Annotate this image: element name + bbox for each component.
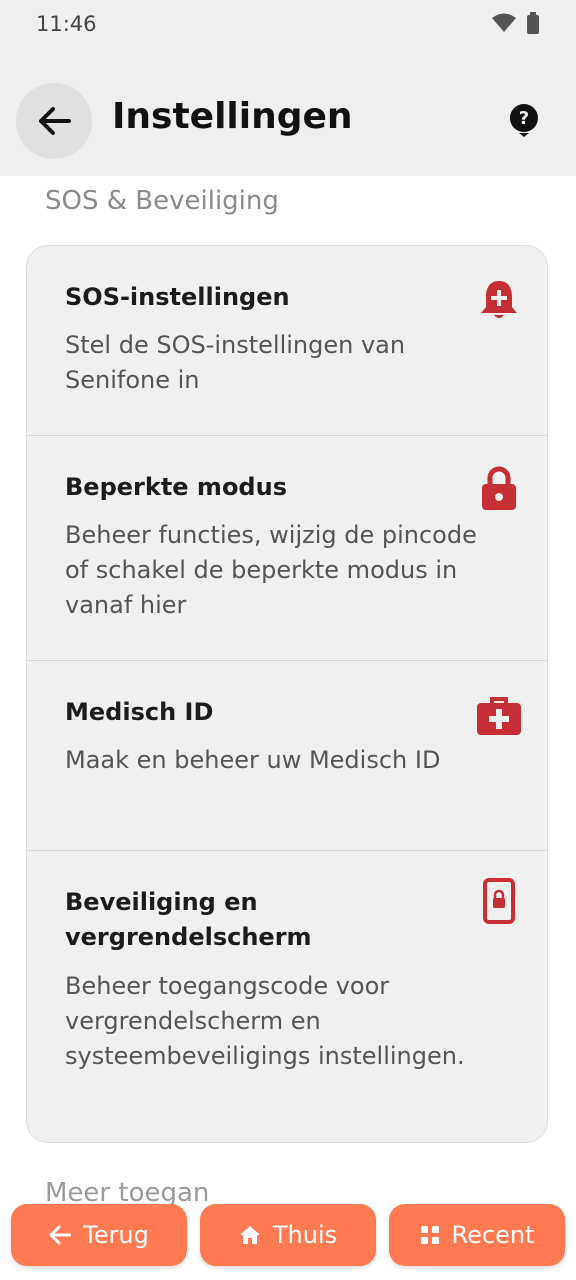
back-button[interactable] (16, 83, 92, 159)
recent-nav-label: Recent (451, 1221, 535, 1249)
section-header: SOS & Beveiliging (45, 186, 279, 216)
status-icons (492, 12, 540, 34)
battery-icon (527, 12, 539, 34)
settings-item-medical-id[interactable]: Medisch ID Maak en beheer uw Medisch ID (27, 661, 547, 851)
back-nav-label: Terug (83, 1221, 149, 1249)
home-nav-label: Thuis (272, 1221, 338, 1249)
arrow-left-icon (39, 107, 71, 135)
settings-card: SOS-instellingen Stel de SOS-instellinge… (26, 245, 548, 1143)
phone-lock-icon (477, 878, 521, 924)
item-description: Stel de SOS-instellingen van Senifone in (65, 331, 406, 394)
svg-text:?: ? (519, 108, 529, 129)
page-title: Instellingen (112, 96, 353, 137)
lock-icon (477, 466, 521, 510)
app-bar: Instellingen ? (0, 50, 576, 176)
item-title: Beperkte modus (65, 473, 287, 501)
settings-item-security-lockscreen[interactable]: Beveiliging en vergrendelscherm Beheer t… (27, 851, 547, 1142)
status-bar: 11:46 (0, 0, 576, 50)
item-description: Beheer toegangscode voor vergrendelscher… (65, 972, 465, 1070)
home-icon (239, 1226, 260, 1244)
help-icon: ? (509, 104, 538, 137)
home-nav-button[interactable]: Thuis (200, 1204, 376, 1266)
item-title: SOS-instellingen (65, 283, 290, 311)
settings-item-sos[interactable]: SOS-instellingen Stel de SOS-instellinge… (27, 246, 547, 436)
item-title: Medisch ID (65, 698, 214, 726)
wifi-icon (492, 13, 516, 32)
grid-icon (420, 1226, 439, 1244)
settings-item-restricted-mode[interactable]: Beperkte modus Beheer functies, wijzig d… (27, 436, 547, 661)
help-button[interactable]: ? (506, 102, 542, 138)
item-description: Beheer functies, wijzig de pincode of sc… (65, 521, 477, 619)
back-nav-button[interactable]: Terug (11, 1204, 187, 1266)
recent-nav-button[interactable]: Recent (389, 1204, 565, 1266)
medical-kit-icon (477, 693, 521, 737)
item-title: Beveiliging en vergrendelscherm (65, 888, 312, 951)
arrow-left-icon (49, 1225, 72, 1245)
status-time: 11:46 (36, 12, 97, 36)
item-description: Maak en beheer uw Medisch ID (65, 746, 441, 774)
bottom-nav: Terug Thuis Recent (0, 1196, 576, 1280)
bell-plus-icon (477, 278, 521, 322)
